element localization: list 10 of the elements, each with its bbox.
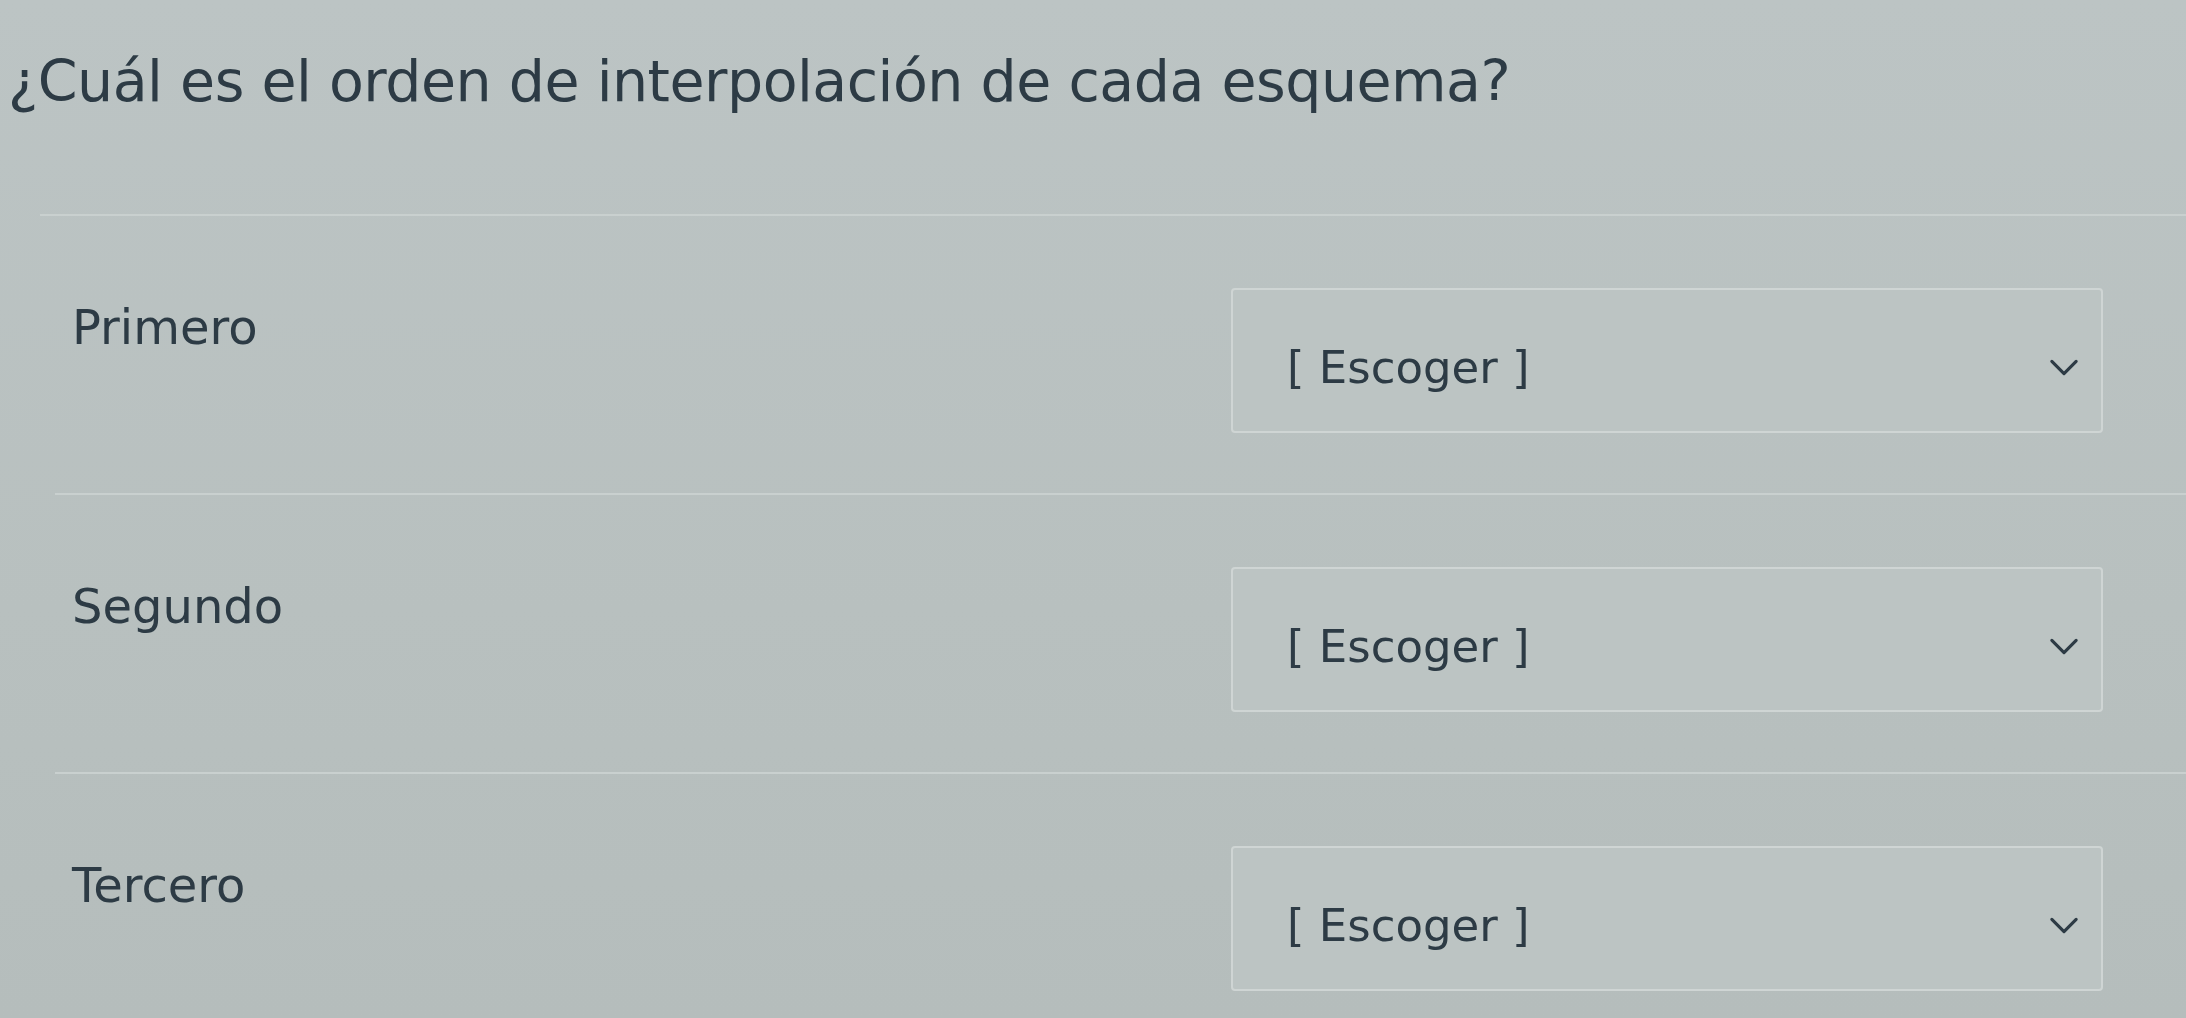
dropdown[interactable]: [ Escoger ] xyxy=(1231,288,2103,433)
chevron-down-icon xyxy=(2049,638,2079,655)
answer-label: Primero xyxy=(72,299,258,355)
chevron-down-icon xyxy=(2049,359,2079,376)
answer-label: Tercero xyxy=(72,857,246,913)
question-text: ¿Cuál es el orden de interpolación de cada esquema? xyxy=(8,48,1511,114)
dropdown[interactable]: [ Escoger ] xyxy=(1231,846,2103,991)
chevron-down-icon xyxy=(2049,917,2079,934)
dropdown[interactable]: [ Escoger ] xyxy=(1231,567,2103,712)
answer-label: Segundo xyxy=(72,578,284,634)
